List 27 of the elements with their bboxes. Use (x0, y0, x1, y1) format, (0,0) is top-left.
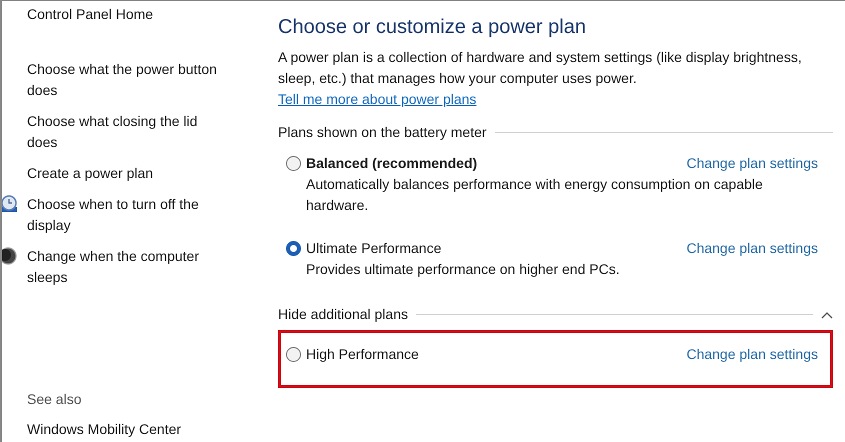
sidebar-link[interactable]: Create a power plan (27, 163, 227, 184)
page-title: Choose or customize a power plan (278, 15, 587, 40)
moon-icon (2, 247, 17, 265)
sidebar-link[interactable]: Choose what closing the lid does (27, 111, 227, 153)
group-heading: Hide additional plans (278, 305, 408, 324)
plan-description: Provides ultimate performance on higher end PCs. (306, 260, 621, 279)
plan-description: Automatically balances performance with energy consumption on capable hardware. (306, 175, 764, 215)
chevron-icon[interactable] (821, 310, 833, 318)
help-link[interactable]: Tell me more about power plans (278, 89, 476, 110)
radio-button[interactable] (286, 156, 301, 171)
plan-name: Ultimate Performance (306, 239, 442, 258)
sidebar-link[interactable]: Control Panel Home (27, 4, 256, 25)
sidebar-link[interactable]: Choose when to turn off the display (27, 194, 227, 236)
clock-monitor-icon (2, 195, 18, 213)
change-settings-link[interactable]: Change plan settings (686, 344, 818, 365)
radio-button[interactable] (286, 241, 301, 256)
plan-name: Balanced (recommended) (306, 154, 478, 173)
intro-text: A power plan is a collection of hardware and system settings (like display brightness, sleep, etc.) that manages how your computer uses power. (278, 48, 803, 88)
sidebar-link[interactable]: Choose what the power button does (27, 59, 227, 101)
see-also-heading: See also (27, 390, 82, 409)
radio-button[interactable] (286, 347, 301, 362)
plan-name: High Performance (306, 345, 419, 364)
sidebar-link[interactable]: Windows Mobility Center (27, 419, 256, 440)
change-settings-link[interactable]: Change plan settings (686, 238, 818, 259)
sidebar-link[interactable]: Change when the computer sleeps (27, 246, 227, 288)
change-settings-link[interactable]: Change plan settings (686, 153, 818, 174)
group-heading: Plans shown on the battery meter (278, 123, 487, 142)
